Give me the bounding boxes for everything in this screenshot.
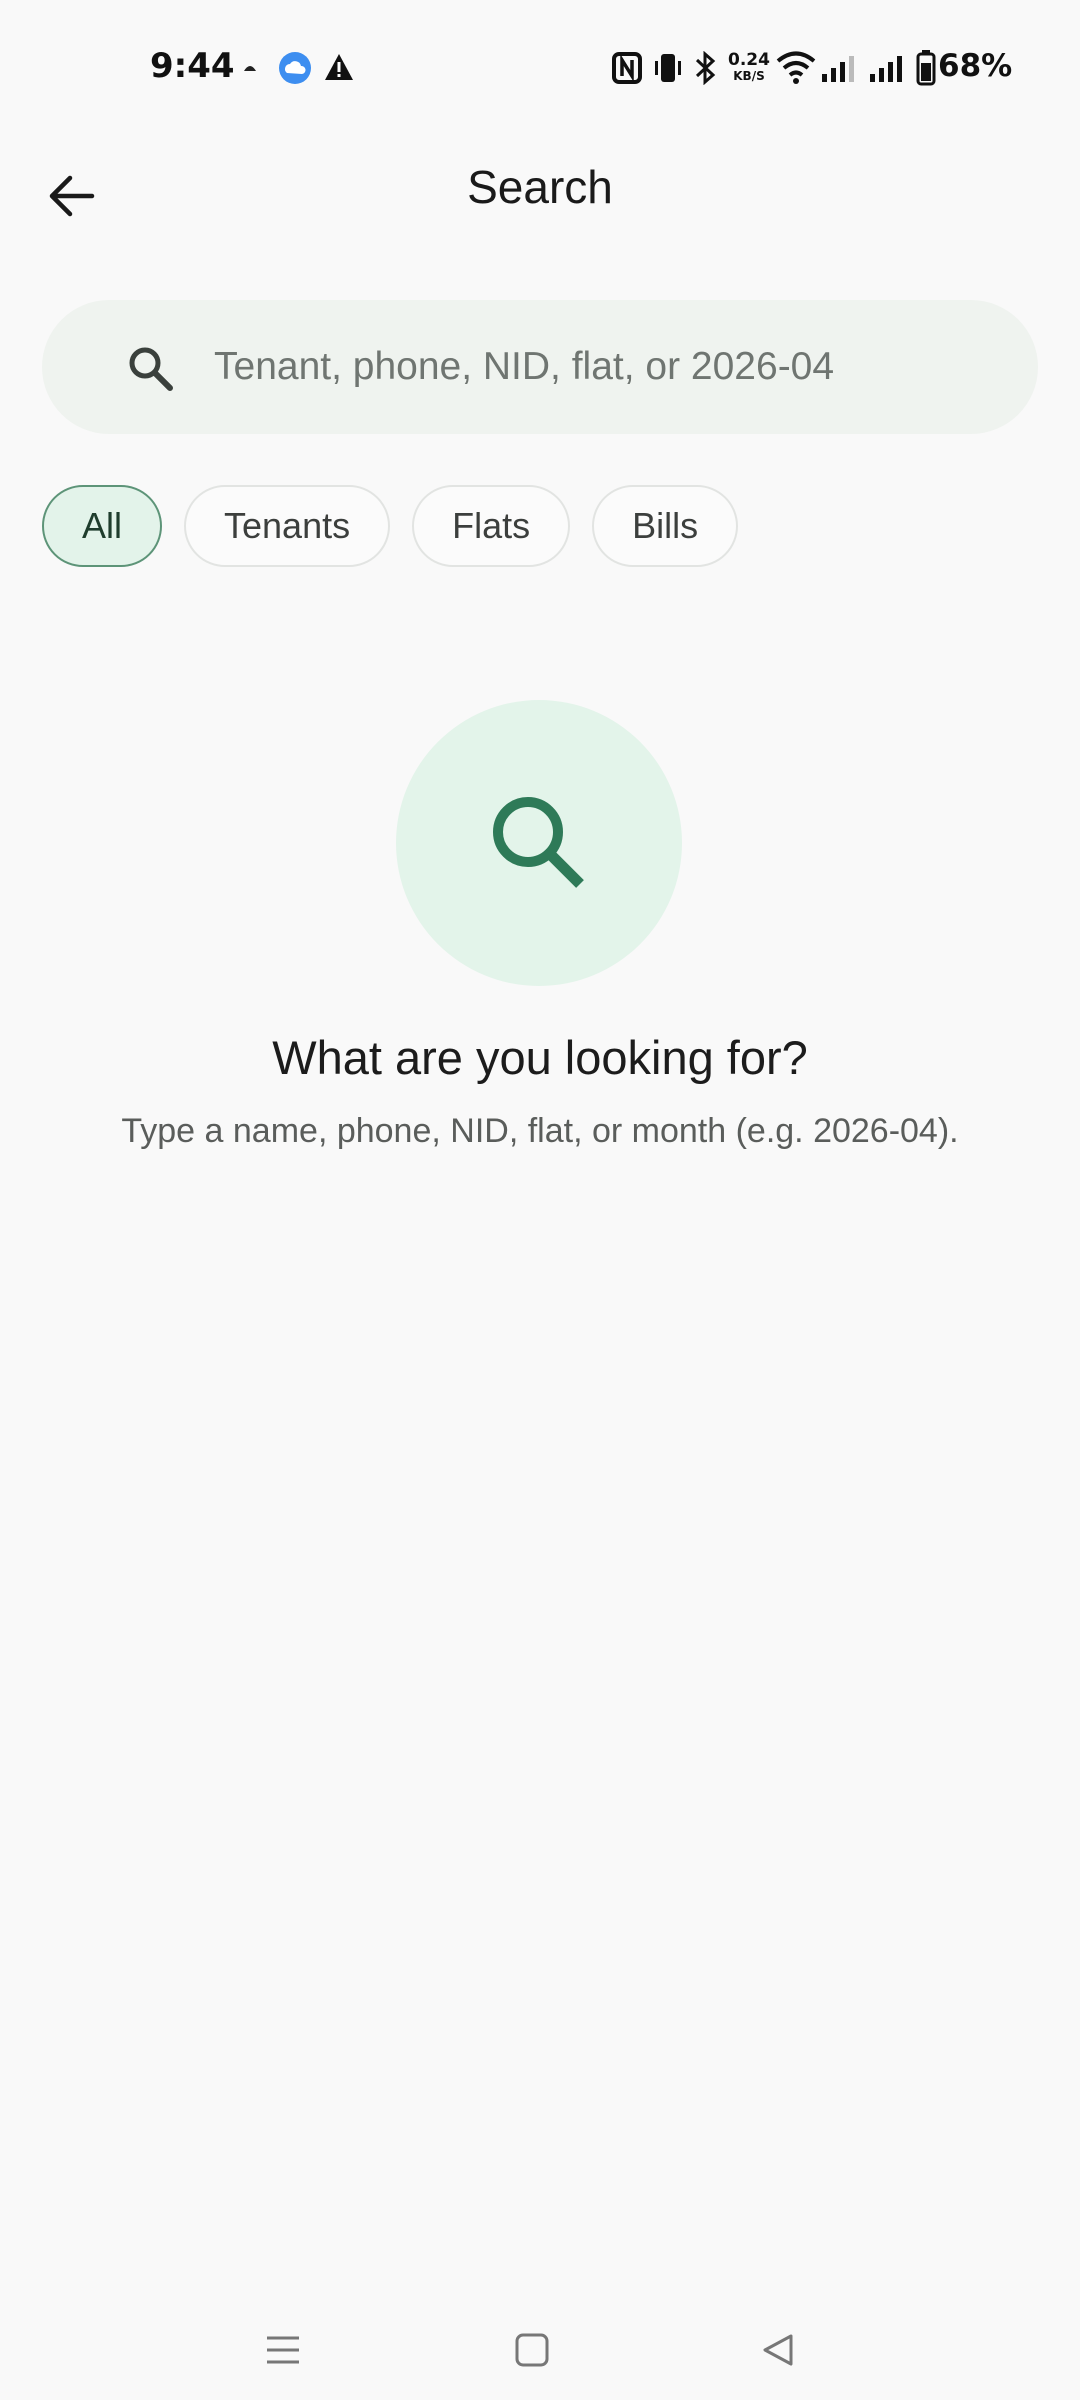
search-input[interactable] — [214, 334, 994, 400]
network-speed-value: 0.24 — [728, 50, 770, 70]
home-button[interactable] — [492, 2318, 572, 2382]
notification-dot-icon — [242, 60, 258, 78]
warning-icon — [324, 53, 354, 86]
search-icon — [126, 344, 174, 392]
search-icon — [493, 797, 584, 888]
weather-cloud-icon — [279, 52, 311, 89]
network-speed-unit: KB/S — [733, 69, 765, 83]
vibrate-icon — [652, 52, 684, 89]
app-bar: Search — [0, 130, 1080, 250]
page-title: Search — [467, 161, 613, 213]
battery-icon — [916, 50, 936, 91]
back-triangle-icon — [763, 2334, 793, 2366]
chip-all[interactable]: All — [42, 485, 163, 567]
wifi-icon — [776, 50, 816, 89]
signal-icon — [822, 54, 856, 87]
empty-state-title: What are you looking for? — [272, 1031, 808, 1084]
recents-button[interactable] — [243, 2318, 323, 2382]
battery-percent: 68% — [938, 48, 1013, 84]
chip-flats[interactable]: Flats — [412, 485, 571, 567]
system-back-button[interactable] — [738, 2318, 818, 2382]
chip-tenants[interactable]: Tenants — [184, 485, 391, 567]
filter-chips: All Tenants Flats Bills — [42, 485, 739, 567]
status-time: 9:44 — [150, 46, 235, 86]
status-bar: 9:44 0.24 KB/S 68% — [0, 0, 1080, 130]
signal-icon — [870, 54, 904, 87]
network-speed: 0.24 KB/S — [727, 52, 771, 84]
nfc-icon — [612, 52, 642, 89]
chip-bills[interactable]: Bills — [592, 485, 739, 567]
bluetooth-icon — [694, 50, 716, 90]
search-bar[interactable] — [42, 300, 1038, 434]
system-nav-bar — [0, 2300, 1080, 2400]
empty-state-illustration — [396, 700, 682, 986]
empty-state-subtitle: Type a name, phone, NID, flat, or month … — [121, 1112, 959, 1150]
search-screen: 9:44 0.24 KB/S 68% Search Tenant, phone,… — [0, 0, 1080, 2400]
home-square-icon — [515, 2333, 549, 2367]
menu-icon — [267, 2336, 299, 2364]
